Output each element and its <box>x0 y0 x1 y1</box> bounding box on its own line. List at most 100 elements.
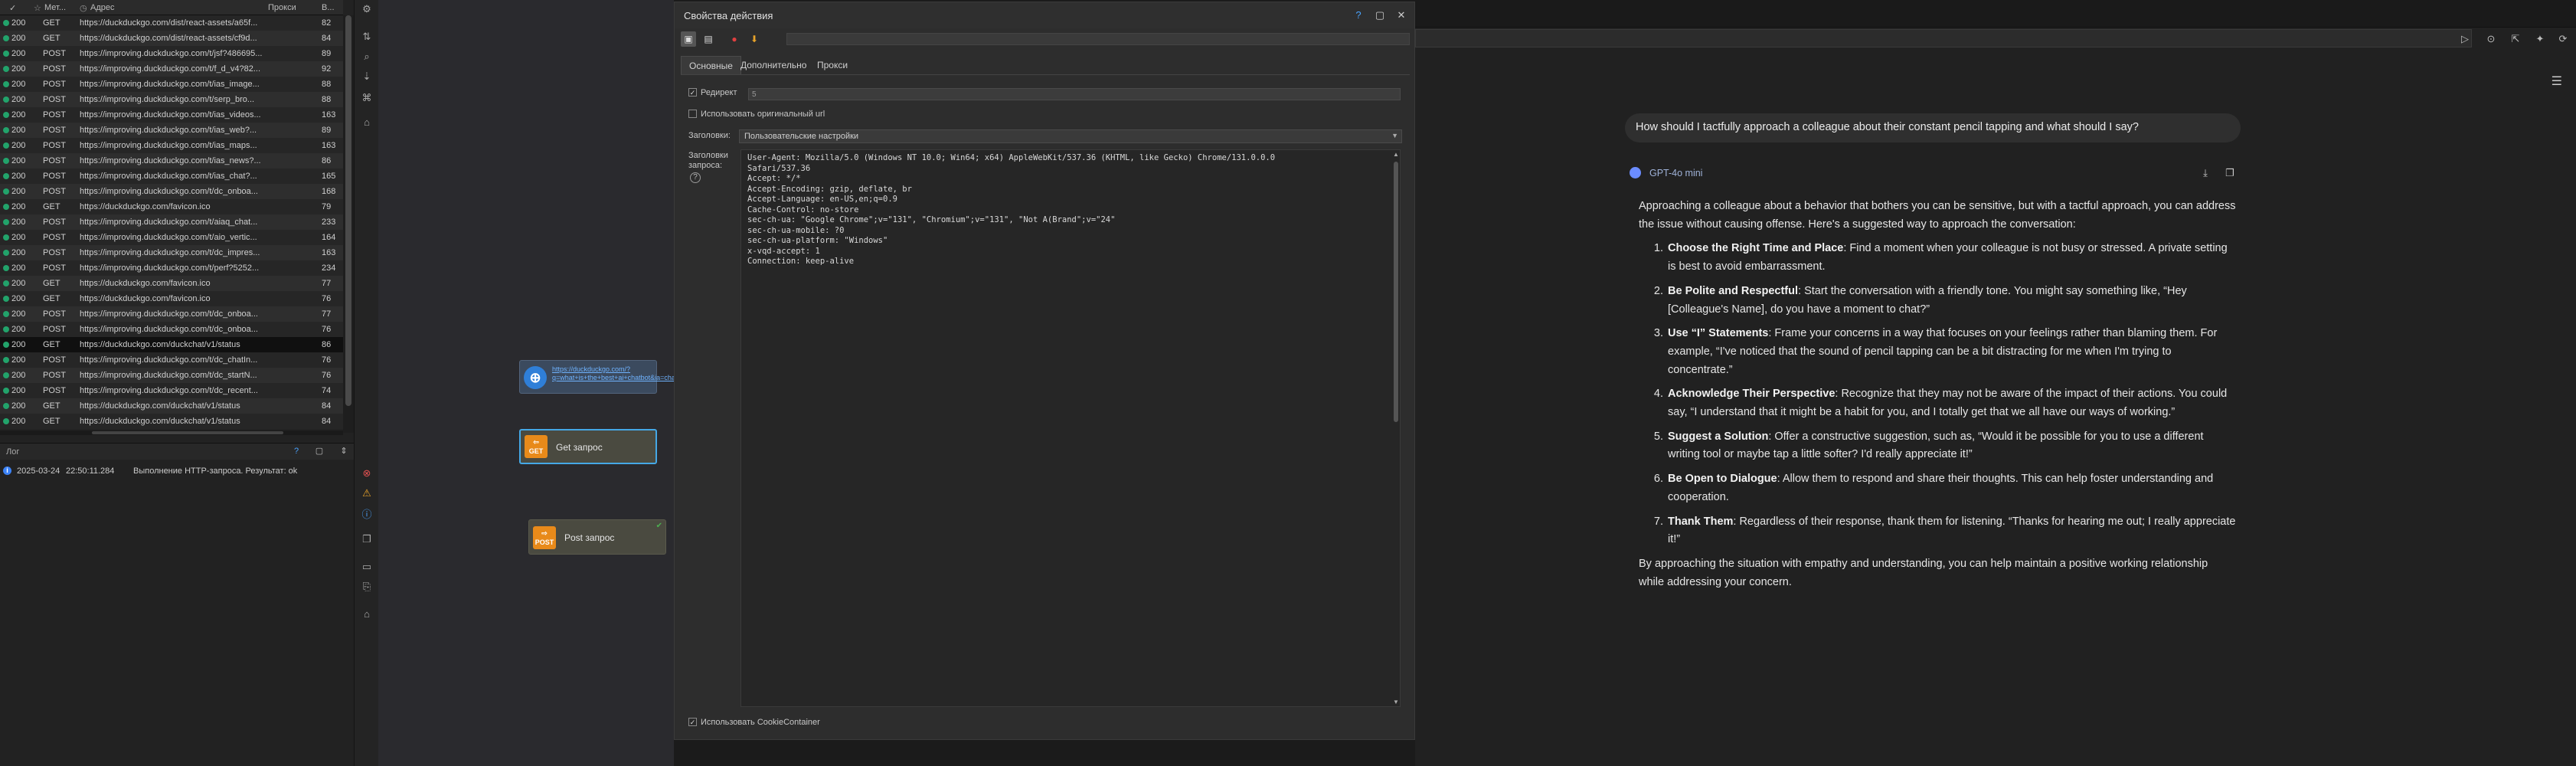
stop-icon[interactable]: ● <box>727 31 742 47</box>
get-badge: GET <box>528 447 544 455</box>
play-icon[interactable]: ▷ <box>2458 32 2472 46</box>
requests-list[interactable]: 200 GET https://duckduckgo.com/dist/react-… <box>0 15 343 429</box>
table-row[interactable]: 200 GET https://duckduckgo.com/favicon.ico… <box>0 291 343 306</box>
cookie-container-checkbox[interactable]: ✓ <box>688 718 697 726</box>
clear-icon[interactable]: ▭ <box>361 561 373 573</box>
table-row[interactable]: 200 POST https://improving.duckduckgo.com/… <box>0 138 343 153</box>
cursor-icon[interactable]: ⇱ <box>2509 32 2522 46</box>
maximize-icon[interactable]: ▢ <box>1373 8 1387 22</box>
table-row[interactable]: 200 POST https://improving.duckduckgo.com/… <box>0 214 343 230</box>
settings-icon[interactable]: ⚙ <box>361 3 373 15</box>
window-icon[interactable]: ▢ <box>314 446 325 457</box>
redirect-checkbox[interactable]: ✓ <box>688 88 697 97</box>
help-icon[interactable]: ? <box>1352 8 1365 22</box>
stop-icon[interactable]: ⊗ <box>361 467 373 480</box>
requests-hscrollbar[interactable] <box>0 430 343 435</box>
table-row[interactable]: 200 POST https://improving.duckduckgo.com/… <box>0 61 343 77</box>
table-row[interactable]: 200 POST https://improving.duckduckgo.com/… <box>0 383 343 398</box>
post-request-node[interactable]: ⇨ POST Post запрос ✔ <box>528 519 666 555</box>
log-entry[interactable]: i 2025-03-24 22:50:11.284 Выполнение HTT… <box>0 463 354 480</box>
headers-scrollbar[interactable]: ▲ ▼ <box>1391 151 1401 705</box>
sort-icon[interactable]: ⇅ <box>361 31 373 43</box>
table-row[interactable]: 200 POST https://improving.duckduckgo.com/… <box>0 169 343 184</box>
table-row[interactable]: 200 POST https://improving.duckduckgo.com/… <box>0 352 343 368</box>
column-address[interactable]: Адрес <box>90 3 115 12</box>
sort-desc-icon[interactable]: ⇣ <box>361 70 373 83</box>
table-row[interactable]: 200 GET https://duckduckgo.com/duckchat/v1… <box>0 337 343 352</box>
url-node-link[interactable]: https://duckduckgo.com/?q=what+is+the+be… <box>552 365 677 382</box>
redirect-field[interactable]: 5 <box>748 88 1401 100</box>
headers-select[interactable]: Пользовательские настройки ▼ <box>739 129 1402 143</box>
get-request-node[interactable]: ⇦ GET Get запрос <box>519 429 657 464</box>
user-message: How should I tactfully approach a collea… <box>1625 113 2241 142</box>
table-row[interactable]: 200 GET https://duckduckgo.com/duckchat/v1… <box>0 398 343 414</box>
workflow-canvas[interactable]: ⊕ https://duckduckgo.com/?q=what+is+the+… <box>378 0 677 766</box>
table-row[interactable]: 200 POST https://improving.duckduckgo.com/… <box>0 368 343 383</box>
scroll-thumb[interactable] <box>92 431 283 434</box>
down-arrow-icon[interactable]: ⬇ <box>747 31 762 47</box>
refresh-icon[interactable]: ⟳ <box>2556 32 2570 46</box>
post-badge: POST <box>534 538 554 546</box>
cell-size: 163 <box>322 141 336 150</box>
table-row[interactable]: 200 GET https://duckduckgo.com/dist/react-… <box>0 15 343 31</box>
table-row[interactable]: 200 GET https://duckduckgo.com/duckchat/v1… <box>0 414 343 429</box>
column-method[interactable]: Мет... <box>44 3 66 12</box>
table-row[interactable]: 200 POST https://improving.duckduckgo.com/… <box>0 184 343 199</box>
table-row[interactable]: 200 GET https://duckduckgo.com/dist/react-… <box>0 31 343 46</box>
table-row[interactable]: 200 POST https://improving.duckduckgo.com/… <box>0 322 343 337</box>
copy-icon[interactable]: ❐ <box>2224 167 2236 179</box>
table-row[interactable]: 200 POST https://improving.duckduckgo.com/… <box>0 306 343 322</box>
copy-icon[interactable]: ▤ <box>701 31 716 47</box>
table-row[interactable]: 200 GET https://duckduckgo.com/favicon.ico… <box>0 276 343 291</box>
column-size[interactable]: В... <box>322 3 335 12</box>
tag-icon[interactable]: ⌂ <box>361 608 373 620</box>
cell-method: POST <box>43 233 66 242</box>
table-row[interactable]: 200 POST https://improving.duckduckgo.com/… <box>0 260 343 276</box>
scroll-thumb[interactable] <box>1394 162 1398 422</box>
info-icon[interactable]: ⓘ <box>361 509 373 521</box>
download-icon[interactable]: ⤓ <box>2199 167 2212 179</box>
table-row[interactable]: 200 POST https://improving.duckduckgo.com/… <box>0 153 343 169</box>
export-icon[interactable]: ⎘ <box>361 581 373 593</box>
scroll-down-icon[interactable]: ▼ <box>1393 699 1399 705</box>
request-headers-textarea[interactable]: User-Agent: Mozilla/5.0 (Windows NT 10.0… <box>740 149 1401 707</box>
table-row[interactable]: 200 POST https://improving.duckduckgo.com/… <box>0 107 343 123</box>
dialog-titlebar[interactable]: Свойства действия ? ▢ ✕ <box>675 2 1414 28</box>
requests-scrollbar[interactable] <box>343 15 354 433</box>
table-row[interactable]: 200 POST https://improving.duckduckgo.com/… <box>0 123 343 138</box>
tab-proxy[interactable]: Прокси <box>809 56 855 74</box>
scroll-up-icon[interactable]: ▲ <box>1393 151 1399 158</box>
scroll-thumb[interactable] <box>345 15 351 406</box>
record-icon[interactable]: ⊙ <box>2484 32 2498 46</box>
cell-method: POST <box>43 309 66 319</box>
close-icon[interactable]: ✕ <box>1394 8 1408 22</box>
copy-icon[interactable]: ❐ <box>361 533 373 545</box>
tag-icon[interactable]: ⌂ <box>361 116 373 129</box>
cell-size: 84 <box>322 401 332 411</box>
action-url-bar[interactable] <box>786 33 1410 45</box>
table-row[interactable]: 200 POST https://improving.duckduckgo.com/… <box>0 77 343 92</box>
pin-icon[interactable]: ⇕ <box>338 446 349 457</box>
filter-icon[interactable]: ⌘ <box>361 92 373 104</box>
table-row[interactable]: 200 POST https://improving.duckduckgo.com/… <box>0 230 343 245</box>
star-icon[interactable]: ☆ <box>34 3 41 13</box>
tab-advanced[interactable]: Дополнительно <box>733 56 814 74</box>
warning-icon[interactable]: ⚠ <box>361 487 373 499</box>
column-proxy[interactable]: Прокси <box>268 3 296 12</box>
model-avatar-icon <box>1630 167 1641 178</box>
step-title: Suggest a Solution <box>1668 430 1769 443</box>
table-row[interactable]: 200 POST https://improving.duckduckgo.com/… <box>0 245 343 260</box>
original-url-checkbox[interactable] <box>688 110 697 118</box>
table-row[interactable]: 200 POST https://improving.duckduckgo.com/… <box>0 46 343 61</box>
address-bar[interactable] <box>1415 29 2472 47</box>
table-row[interactable]: 200 GET https://duckduckgo.com/favicon.ico… <box>0 199 343 214</box>
url-node[interactable]: ⊕ https://duckduckgo.com/?q=what+is+the+… <box>519 360 677 394</box>
help-icon[interactable]: ? <box>291 446 302 457</box>
help-icon[interactable]: ? <box>690 172 701 183</box>
extension-icon[interactable]: ✦ <box>2533 32 2547 46</box>
table-row[interactable]: 200 POST https://improving.duckduckgo.com/… <box>0 92 343 107</box>
hamburger-menu-icon[interactable]: ☰ <box>2551 74 2562 89</box>
search-icon[interactable]: ⌕ <box>361 51 373 63</box>
run-icon[interactable]: ▣ <box>681 31 696 47</box>
column-check[interactable]: ✓ <box>9 3 16 13</box>
